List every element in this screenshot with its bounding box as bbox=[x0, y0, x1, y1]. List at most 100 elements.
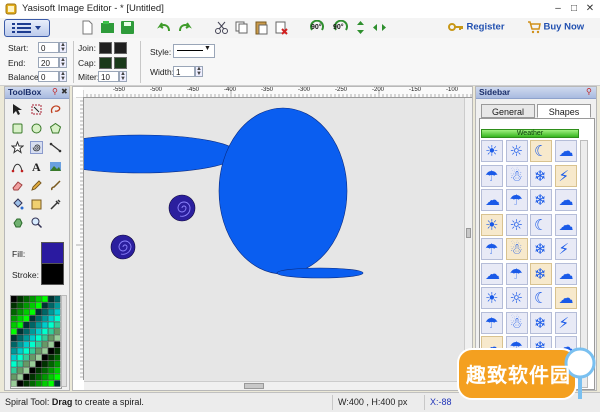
cap-round-button[interactable] bbox=[114, 57, 127, 69]
palette-swatch[interactable] bbox=[17, 296, 24, 303]
palette-swatch[interactable] bbox=[29, 302, 36, 309]
palette-swatch[interactable] bbox=[11, 360, 17, 368]
palette-swatch[interactable] bbox=[48, 373, 55, 381]
weather-shape-cell[interactable]: ☾ bbox=[530, 140, 552, 162]
palette-swatch[interactable] bbox=[17, 315, 24, 322]
palette-swatch[interactable] bbox=[17, 373, 24, 381]
palette-swatch[interactable] bbox=[41, 321, 48, 329]
weather-shape-cell[interactable]: ☂ bbox=[505, 189, 528, 211]
brush-tool-icon[interactable] bbox=[49, 179, 62, 192]
node-edit-tool-icon[interactable] bbox=[30, 103, 43, 116]
palette-swatch[interactable] bbox=[23, 373, 30, 381]
spiral-tool-icon[interactable] bbox=[30, 141, 43, 154]
palette-swatch[interactable] bbox=[41, 296, 48, 303]
color-palette[interactable] bbox=[10, 295, 62, 389]
palette-swatch[interactable] bbox=[41, 302, 48, 309]
lasso-tool-icon[interactable] bbox=[49, 103, 62, 116]
pointer-tool-icon[interactable] bbox=[11, 103, 24, 116]
weather-shape-cell[interactable]: ☁ bbox=[554, 287, 577, 309]
minimize-button[interactable]: – bbox=[550, 2, 566, 15]
palette-swatch[interactable] bbox=[29, 334, 36, 342]
palette-swatch[interactable] bbox=[35, 302, 42, 309]
weather-shape-cell[interactable]: ☼ bbox=[505, 140, 528, 162]
flip-horizontal-icon[interactable] bbox=[372, 20, 387, 35]
palette-swatch[interactable] bbox=[11, 367, 17, 374]
palette-swatch[interactable] bbox=[35, 380, 42, 387]
category-header[interactable]: Weather bbox=[481, 129, 579, 138]
palette-swatch[interactable] bbox=[23, 367, 30, 374]
bezier-tool-icon[interactable] bbox=[11, 160, 24, 173]
weather-shape-cell[interactable]: ☂ bbox=[481, 311, 503, 334]
palette-swatch[interactable] bbox=[41, 360, 48, 368]
palette-swatch[interactable] bbox=[29, 367, 36, 374]
style-select[interactable]: ▼ bbox=[173, 44, 215, 58]
palette-swatch[interactable] bbox=[29, 308, 36, 316]
weather-shape-cell[interactable]: ☁ bbox=[554, 262, 577, 285]
weather-shape-cell[interactable]: ☃ bbox=[505, 164, 528, 187]
palette-swatch[interactable] bbox=[35, 367, 42, 374]
palette-swatch[interactable] bbox=[48, 328, 55, 335]
palette-swatch[interactable] bbox=[41, 341, 48, 348]
cut-icon[interactable] bbox=[214, 20, 229, 35]
palette-swatch[interactable] bbox=[17, 380, 24, 387]
palette-swatch[interactable] bbox=[48, 347, 55, 355]
close-panel-icon[interactable]: ✖ bbox=[61, 87, 68, 96]
palette-swatch[interactable] bbox=[41, 354, 48, 361]
weather-shape-cell[interactable]: ❄ bbox=[530, 164, 552, 187]
palette-swatch[interactable] bbox=[54, 302, 61, 309]
palette-swatch[interactable] bbox=[23, 380, 30, 387]
palette-swatch[interactable] bbox=[11, 334, 17, 342]
eraser-tool-icon[interactable] bbox=[11, 179, 24, 192]
palette-swatch[interactable] bbox=[17, 321, 24, 329]
weather-shape-cell[interactable]: ☃ bbox=[505, 311, 528, 334]
palette-swatch[interactable] bbox=[41, 315, 48, 322]
palette-swatch[interactable] bbox=[11, 296, 17, 303]
paint-bucket-tool-icon[interactable] bbox=[11, 198, 24, 211]
start-spinner[interactable]: ▲ ▼ bbox=[59, 42, 67, 53]
join-miter-button[interactable] bbox=[99, 42, 112, 54]
rotate-left-button[interactable]: 90° bbox=[308, 19, 328, 35]
weather-shape-cell[interactable]: ⚡ bbox=[554, 311, 577, 334]
palette-swatch[interactable] bbox=[54, 360, 61, 368]
palette-scrollbar[interactable] bbox=[61, 295, 67, 387]
palette-swatch[interactable] bbox=[23, 360, 30, 368]
palette-swatch[interactable] bbox=[11, 315, 17, 322]
text-tool-icon[interactable]: A bbox=[30, 160, 43, 173]
weather-shape-cell[interactable]: ☁ bbox=[554, 140, 577, 162]
palette-swatch[interactable] bbox=[29, 296, 36, 303]
palette-swatch[interactable] bbox=[23, 354, 30, 361]
balance-spinner[interactable]: ▲ ▼ bbox=[59, 71, 67, 82]
palette-swatch[interactable] bbox=[11, 302, 17, 309]
polygon-tool-icon[interactable] bbox=[49, 122, 62, 135]
palette-swatch[interactable] bbox=[35, 308, 42, 316]
palette-swatch[interactable] bbox=[11, 354, 17, 361]
palette-swatch[interactable] bbox=[11, 321, 17, 329]
width-input[interactable]: 1 bbox=[173, 66, 195, 77]
weather-shape-cell[interactable]: ❄ bbox=[530, 238, 552, 260]
weather-shape-cell[interactable]: ☁ bbox=[481, 189, 503, 211]
join-round-button[interactable] bbox=[114, 42, 127, 54]
ellipse-tool-icon[interactable] bbox=[30, 122, 43, 135]
palette-swatch[interactable] bbox=[11, 328, 17, 335]
palette-swatch[interactable] bbox=[29, 328, 36, 335]
weather-shape-cell[interactable]: ☁ bbox=[554, 189, 577, 211]
weather-shape-cell[interactable]: ☾ bbox=[530, 213, 552, 236]
palette-swatch[interactable] bbox=[35, 334, 42, 342]
pin-icon[interactable]: ⚲ bbox=[52, 87, 58, 96]
palette-swatch[interactable] bbox=[17, 302, 24, 309]
palette-swatch[interactable] bbox=[35, 354, 42, 361]
palette-swatch[interactable] bbox=[41, 334, 48, 342]
palette-swatch[interactable] bbox=[54, 315, 61, 322]
gradient-tool-icon[interactable] bbox=[30, 198, 43, 211]
palette-swatch[interactable] bbox=[54, 296, 61, 303]
palette-swatch[interactable] bbox=[48, 308, 55, 316]
palette-swatch[interactable] bbox=[17, 347, 24, 355]
palette-swatch[interactable] bbox=[48, 296, 55, 303]
palette-swatch[interactable] bbox=[54, 373, 61, 381]
scrollbar-thumb[interactable] bbox=[244, 383, 264, 389]
register-button[interactable]: Register bbox=[448, 20, 505, 34]
palette-swatch[interactable] bbox=[41, 308, 48, 316]
weather-shape-cell[interactable]: ☁ bbox=[554, 213, 577, 236]
paste-icon[interactable] bbox=[254, 20, 269, 35]
palette-swatch[interactable] bbox=[48, 334, 55, 342]
